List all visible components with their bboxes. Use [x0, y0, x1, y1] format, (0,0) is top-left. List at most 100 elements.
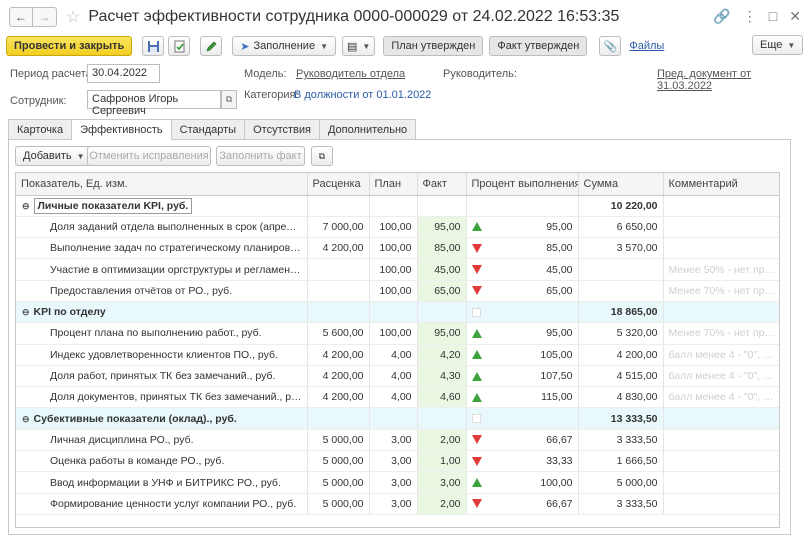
close-icon[interactable]: ✕ [789, 8, 801, 25]
indicator-cell[interactable]: Ввод информации в УНФ и БИТРИКС РО., руб… [16, 471, 308, 494]
comment-cell[interactable] [663, 429, 779, 452]
back-button[interactable]: ← [9, 7, 33, 27]
plan-cell[interactable]: 3,00 [369, 493, 418, 515]
plan-cell[interactable]: 4,00 [369, 365, 418, 388]
rate-cell[interactable]: 5 600,00 [307, 322, 370, 345]
plan-cell[interactable]: 3,00 [369, 450, 418, 473]
indicator-cell[interactable]: Оценка работы в команде РО., руб. [16, 450, 308, 473]
rate-cell[interactable]: 4 200,00 [307, 365, 370, 388]
period-field[interactable]: 30.04.2022 [87, 64, 160, 83]
table-row[interactable]: Оценка работы в команде РО., руб. 5 000,0… [16, 450, 779, 473]
forward-button[interactable]: → [33, 7, 57, 27]
fill-fact-button[interactable]: Заполнить факт [216, 146, 305, 166]
comment-cell[interactable] [663, 471, 779, 494]
comment-cell[interactable]: Менее 50% - нет премии [663, 258, 779, 281]
percent-cell[interactable]: 100,00 [466, 471, 579, 494]
sum-cell[interactable]: 3 333,50 [578, 493, 664, 515]
percent-cell[interactable]: 66,67 [466, 493, 579, 515]
rate-cell[interactable] [307, 258, 370, 281]
sum-cell[interactable] [578, 258, 664, 281]
prev-document-link[interactable]: Пред. документ от 31.03.2022 [657, 68, 807, 92]
comment-cell[interactable]: Менее 70% - нет премии [663, 322, 779, 345]
maximize-icon[interactable]: □ [769, 8, 777, 25]
rate-cell[interactable]: 4 200,00 [307, 237, 370, 260]
tab-efficiency[interactable]: Эффективность [71, 119, 172, 140]
indicator-cell[interactable]: Индекс удовлетворенности клиентов ПО., р… [16, 344, 308, 366]
indicator-cell[interactable]: Процент плана по выполнению работ., руб. [16, 322, 308, 345]
percent-cell[interactable]: 33,33 [466, 450, 579, 473]
indicator-cell[interactable]: Выполнение задач по стратегическому план… [16, 237, 308, 260]
percent-cell[interactable]: 85,00 [466, 237, 579, 260]
print-dropdown-button[interactable]: ▤ ▼ [341, 36, 376, 56]
fact-cell[interactable]: 65,00 [417, 280, 467, 302]
model-link[interactable]: Руководитель отдела [296, 68, 405, 80]
fact-cell[interactable]: 4,20 [417, 344, 467, 366]
percent-cell[interactable]: 105,00 [466, 344, 579, 366]
percent-cell[interactable]: 45,00 [466, 258, 579, 281]
fact-approved-button[interactable]: Факт утвержден [489, 36, 588, 56]
col-indicator[interactable]: Показатель, Ед. изм. [16, 173, 308, 196]
percent-cell[interactable]: 95,00 [466, 216, 579, 239]
group-name-cell[interactable]: ⊖ Субективные показатели (оклад)., руб. [16, 407, 308, 430]
sum-cell[interactable] [578, 280, 664, 302]
edit-button[interactable] [200, 36, 223, 56]
comment-cell[interactable]: Менее 70% - нет премии [663, 280, 779, 302]
comment-cell[interactable]: балл менее 4 - "0", ба... [663, 365, 779, 388]
rate-cell[interactable]: 5 000,00 [307, 493, 370, 515]
col-fact[interactable]: Факт [417, 173, 467, 196]
fact-cell[interactable]: 85,00 [417, 237, 467, 260]
indicator-cell[interactable]: Доля работ, принятых ТК без замечаний., … [16, 365, 308, 388]
col-percent[interactable]: Процент выполнения [466, 173, 579, 196]
table-row[interactable]: Доля работ, принятых ТК без замечаний., … [16, 365, 779, 388]
more-button[interactable]: Еще ▼ [752, 35, 804, 55]
plan-cell[interactable]: 4,00 [369, 344, 418, 366]
sum-cell[interactable]: 6 650,00 [578, 216, 664, 239]
files-link[interactable]: Файлы [629, 40, 664, 52]
attach-button[interactable]: 📎 [599, 36, 622, 56]
sum-cell[interactable]: 1 666,50 [578, 450, 664, 473]
group-name-cell[interactable]: ⊖ KPI по отделу [16, 301, 308, 324]
group-row[interactable]: ⊖ Субективные показатели (оклад)., руб. 13… [16, 407, 779, 430]
post-and-close-button[interactable]: Провести и закрыть [6, 36, 133, 56]
link-icon[interactable]: 🔗 [713, 8, 730, 25]
rate-cell[interactable]: 5 000,00 [307, 429, 370, 452]
open-employee-button[interactable]: ⧉ [221, 90, 237, 109]
tab-standards[interactable]: Стандарты [170, 119, 246, 139]
save-button[interactable] [142, 36, 165, 56]
tab-card[interactable]: Карточка [8, 119, 73, 139]
fact-cell[interactable]: 95,00 [417, 216, 467, 239]
indicator-cell[interactable]: Формирование ценности услуг компании РО.… [16, 493, 308, 515]
fact-cell[interactable]: 3,00 [417, 471, 467, 494]
group-name-cell[interactable]: ⊖ Личные показатели KPI, руб. [16, 195, 308, 217]
rate-cell[interactable]: 5 000,00 [307, 450, 370, 473]
table-row[interactable]: Доля заданий отдела выполненных в срок (… [16, 216, 779, 239]
table-row[interactable]: Выполнение задач по стратегическому план… [16, 237, 779, 260]
table-row[interactable]: Личная дисциплина РО., руб. 5 000,00 3,00 2… [16, 429, 779, 452]
fact-cell[interactable]: 2,00 [417, 493, 467, 515]
fact-cell[interactable]: 1,00 [417, 450, 467, 473]
sum-cell[interactable]: 4 515,00 [578, 365, 664, 388]
comment-cell[interactable]: балл менее 4 - "0", ба... [663, 344, 779, 366]
rate-cell[interactable]: 5 000,00 [307, 471, 370, 494]
favorite-star-icon[interactable]: ☆ [66, 7, 80, 27]
plan-cell[interactable]: 100,00 [369, 258, 418, 281]
more-vertical-icon[interactable]: ⋮ [743, 8, 757, 25]
collapse-icon[interactable]: ⊖ [22, 201, 30, 211]
rate-cell[interactable]: 7 000,00 [307, 216, 370, 239]
sum-cell[interactable]: 5 000,00 [578, 471, 664, 494]
sum-cell[interactable]: 4 830,00 [578, 386, 664, 409]
comment-cell[interactable]: балл менее 4 - "0", ба... [663, 386, 779, 409]
plan-approved-button[interactable]: План утвержден [383, 36, 484, 56]
comment-cell[interactable] [663, 216, 779, 239]
indicator-cell[interactable]: Личная дисциплина РО., руб. [16, 429, 308, 452]
percent-cell[interactable]: 115,00 [466, 386, 579, 409]
tab-additional[interactable]: Дополнительно [318, 119, 417, 139]
percent-cell[interactable]: 107,50 [466, 365, 579, 388]
cancel-fixes-button[interactable]: Отменить исправления [87, 146, 211, 166]
collapse-icon[interactable]: ⊖ [22, 307, 30, 317]
col-plan[interactable]: План [369, 173, 418, 196]
plan-cell[interactable]: 3,00 [369, 471, 418, 494]
group-row[interactable]: ⊖ KPI по отделу 18 865,00 [16, 301, 779, 324]
fact-cell[interactable]: 4,60 [417, 386, 467, 409]
table-row[interactable]: Участие в оптимизации оргструктуры и рег… [16, 258, 779, 281]
